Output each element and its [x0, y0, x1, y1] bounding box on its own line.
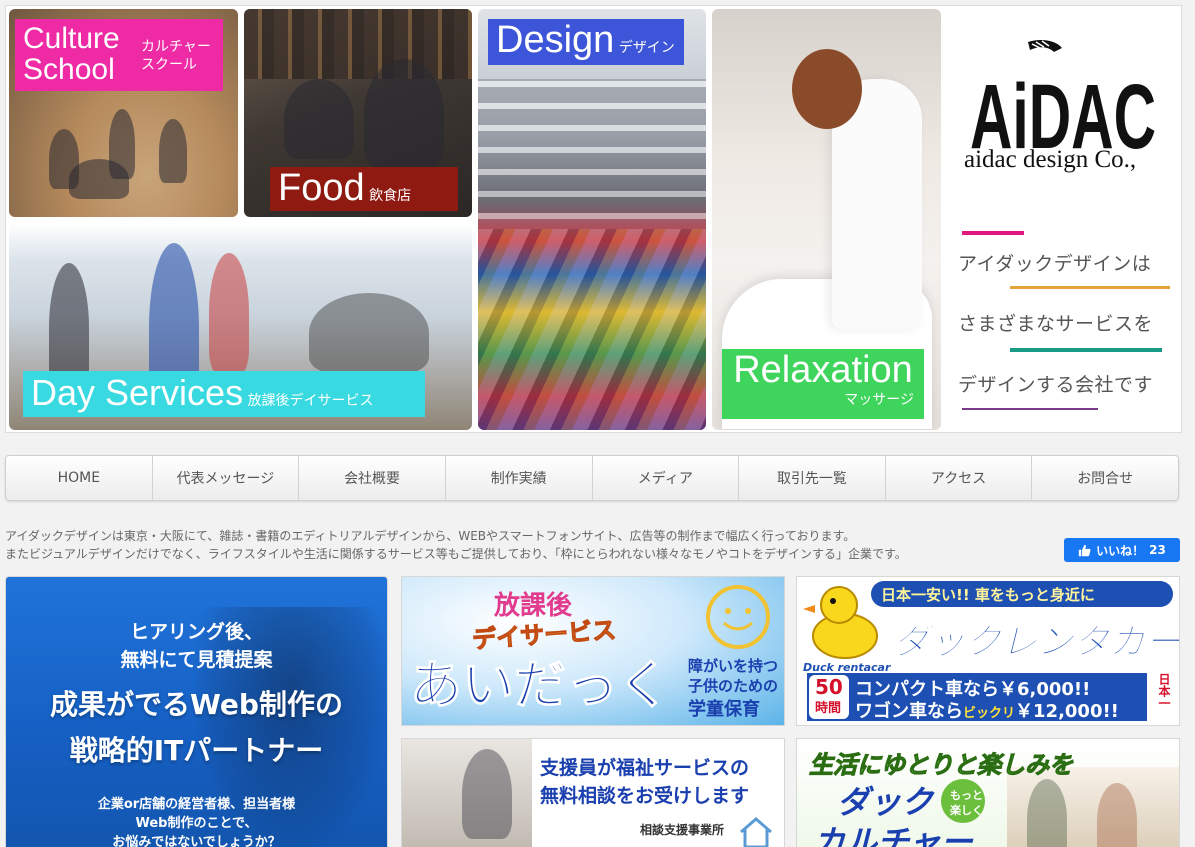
nav-media[interactable]: メディア [593, 456, 740, 500]
nav-access[interactable]: アクセス [886, 456, 1033, 500]
nav-message[interactable]: 代表メッセージ [153, 456, 300, 500]
aidakku-sub-2: 子供のための [688, 677, 779, 695]
day-services-tile[interactable]: Day Services 放課後デイサービス [9, 223, 472, 430]
duck-badge-unit: 時間 [815, 701, 842, 716]
aidakku-sub-3: 学童保育 [688, 699, 760, 720]
intro-line-1: アイダックデザインは東京・大阪にて、雑誌・書籍のエディトリアルデザインから、WE… [5, 529, 856, 543]
design-jp: デザイン [618, 39, 675, 55]
nav-works[interactable]: 制作実績 [446, 456, 593, 500]
relax-en: Relaxation [733, 349, 913, 391]
nav-contact[interactable]: お問合せ [1032, 456, 1178, 500]
sodan-line-2: 無料相談をお受けします [540, 785, 750, 807]
like-count: 23 [1149, 543, 1166, 557]
duck-mascot-icon [803, 586, 878, 659]
accent-bar-2 [1010, 286, 1170, 289]
culture-bubble-2: 楽しく [950, 804, 983, 817]
culture-jp-label: カルチャー スクール [141, 38, 211, 72]
company-name: aidac design Co., [964, 146, 1137, 173]
consultation-banner[interactable]: 支援員が福祉サービスの 無料相談をお受けします 相談支援事業所 [401, 738, 785, 847]
day-services-label: Day Services 放課後デイサービス [23, 371, 425, 417]
web-line-7: お悩みではないでしょうか？ [112, 835, 281, 847]
web-production-banner[interactable]: ヒアリング後、 無料にて見積提案 成果がでるWeb制作の 戦略的ITパートナー … [5, 576, 388, 847]
food-jp: 飲食店 [369, 187, 412, 203]
smiley-sun-icon [706, 585, 770, 649]
relaxation-tile[interactable]: Relaxation マッサージ [712, 9, 941, 430]
duck-line-2: ワゴン車ならビックリ￥12,000!! [855, 701, 1119, 722]
duck-side: 日本一 [1151, 673, 1173, 721]
nav-company[interactable]: 会社概要 [299, 456, 446, 500]
culture-banner-line-1: 生活にゆとりと楽しみを [809, 751, 1074, 780]
relaxation-label: Relaxation マッサージ [722, 349, 924, 419]
food-tile[interactable]: Food 飲食店 [244, 9, 472, 217]
web-line-3: 成果がでるWeb制作の [50, 688, 343, 721]
nav-clients[interactable]: 取引先一覧 [739, 456, 886, 500]
duck-name: ダックレンタカー [892, 622, 1180, 664]
tagline-line-2: さまざまなサービスを [958, 314, 1154, 335]
duck-badge-num: 50 [815, 675, 843, 699]
accent-bar-1 [962, 231, 1024, 235]
web-line-5: 企業or店舗の経営者様、担当者様 [97, 797, 296, 812]
house-icon [740, 817, 772, 847]
accent-bar-3 [1010, 348, 1162, 352]
facebook-like-button[interactable]: いいね！ 23 [1064, 538, 1180, 562]
web-line-6: Web制作のことで、 [135, 816, 258, 831]
design-tile[interactable]: Design デザイン [478, 9, 706, 430]
sodan-line-1: 支援員が福祉サービスの [540, 757, 750, 779]
culture-school-label: Culture School カルチャー スクール [15, 19, 223, 91]
aidakku-main: あいだっく [409, 656, 671, 717]
hero-banner: Culture School カルチャー スクール Food 飲食店 Day Se… [5, 5, 1182, 433]
aidakku-sub-1: 障がいを持つ [688, 657, 779, 675]
tagline-line-3: デザインする会社です [958, 375, 1154, 396]
design-label: Design デザイン [488, 19, 684, 65]
intro-line-2: またビジュアルデザインだけでなく、ライフスタイルや生活に関係するサービス等もご提… [5, 547, 907, 561]
duck-culture-banner[interactable]: 生活にゆとりと楽しみを ダック カルチャー もっと 楽しく [796, 738, 1180, 847]
web-line-1: ヒアリング後、 [129, 621, 263, 643]
web-line-2: 無料にて見積提案 [120, 649, 273, 671]
duck-top: 日本一安い!! 車をもっと身近に [881, 586, 1095, 604]
accent-bar-4 [962, 408, 1098, 410]
main-nav: HOME 代表メッセージ 会社概要 制作実績 メディア 取引先一覧 アクセス お… [5, 455, 1179, 501]
like-label: いいね！ [1096, 543, 1145, 558]
svg-text:AiDAC: AiDAC [970, 66, 1156, 150]
tagline-line-1: アイダックデザインは [958, 254, 1152, 275]
aidac-logo[interactable]: AiDAC [970, 38, 1156, 150]
food-en: Food [278, 167, 365, 209]
web-line-4: 戦略的ITパートナー [69, 734, 324, 767]
nav-home[interactable]: HOME [6, 456, 153, 500]
brand-panel: AiDAC aidac design Co., アイダックデザインは さまざまな… [946, 6, 1181, 432]
intro-text: アイダックデザインは東京・大阪にて、雑誌・書籍のエディトリアルデザインから、WE… [5, 527, 1045, 563]
day-jp: 放課後デイサービス [247, 392, 374, 408]
culture-banner-line-3: カルチャー [813, 823, 973, 847]
culture-school-tile[interactable]: Culture School カルチャー スクール [9, 9, 238, 217]
food-label: Food 飲食店 [270, 167, 458, 211]
day-en: Day Services [31, 372, 244, 413]
design-en: Design [496, 19, 615, 61]
relax-jp: マッサージ [844, 391, 914, 407]
sodan-line-3: 相談支援事業所 [640, 823, 725, 837]
aidakku-day-service-banner[interactable]: 放課後 デイサービス あいだっく 障がいを持つ 子供のための 学童保育 [401, 576, 785, 726]
culture-bubble-1: もっと [950, 789, 983, 802]
duck-rentacar-banner[interactable]: 日本一安い!! 車をもっと身近に Duck rentacar ダックレンタカー … [796, 576, 1180, 726]
thumbs-up-icon [1078, 544, 1091, 556]
